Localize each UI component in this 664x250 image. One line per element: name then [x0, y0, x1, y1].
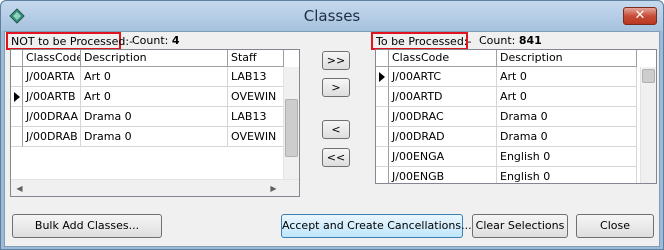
cell-staff: OVEWIN	[228, 127, 284, 147]
to-be-processed-count: Count: 841	[479, 34, 542, 47]
grid-header: ClassCode Description	[376, 50, 637, 67]
row-indicator	[376, 107, 389, 127]
cell-classcode: J/00ENGA	[389, 147, 497, 167]
cell-description: English 0	[497, 167, 637, 183]
horizontal-scrollbar[interactable]: ◀ ▶	[11, 179, 299, 196]
cell-description: English 0	[497, 147, 637, 167]
scroll-right-icon[interactable]: ▶	[265, 180, 282, 197]
scrollbar-thumb[interactable]	[285, 99, 298, 157]
client-area: NOT to be Processed:- Count: 4 ClassCode…	[4, 31, 660, 247]
cell-description: Art 0	[81, 87, 228, 107]
classes-window: Classes ✕ NOT to be Processed:- Count: 4…	[0, 0, 664, 250]
row-indicator	[376, 87, 389, 107]
row-indicator	[376, 147, 389, 167]
move-left-button[interactable]: <	[322, 120, 350, 139]
cell-classcode: J/00ARTB	[23, 87, 81, 107]
move-right-button[interactable]: >	[322, 78, 350, 97]
table-row[interactable]: J/00ENGA English 0	[376, 147, 637, 167]
cell-staff: LAB13	[228, 107, 284, 127]
table-row[interactable]: J/00DRAD Drama 0	[376, 127, 637, 147]
close-button[interactable]: Close	[576, 214, 654, 238]
cell-staff: OVEWIN	[228, 87, 284, 107]
cell-description: Drama 0	[81, 107, 228, 127]
cell-staff: LAB13	[228, 67, 284, 87]
row-indicator	[11, 87, 23, 107]
row-indicator-header	[11, 50, 23, 67]
row-pointer-icon	[14, 92, 20, 102]
table-row[interactable]: J/00DRAA Drama 0 LAB13	[11, 107, 284, 127]
count-label: Count:	[132, 34, 169, 47]
bulk-add-classes-button[interactable]: Bulk Add Classes...	[12, 214, 162, 238]
cell-description: Drama 0	[497, 127, 637, 147]
count-value: 4	[171, 34, 180, 47]
table-row[interactable]: J/00ARTC Art 0	[376, 67, 637, 87]
title-bar[interactable]: Classes ✕	[1, 1, 663, 31]
row-indicator	[11, 67, 23, 87]
table-row[interactable]: J/00ARTA Art 0 LAB13	[11, 67, 284, 87]
row-indicator	[11, 107, 23, 127]
cell-classcode: J/00ARTA	[23, 67, 81, 87]
close-window-button[interactable]: ✕	[623, 7, 657, 25]
column-header-description[interactable]: Description	[81, 50, 228, 67]
cell-description: Drama 0	[81, 127, 228, 147]
to-be-processed-label: To be Processed:-	[371, 32, 471, 50]
row-pointer-icon	[379, 72, 385, 82]
vertical-scrollbar[interactable]	[640, 67, 656, 183]
scroll-left-icon[interactable]: ◀	[11, 180, 28, 197]
cell-classcode: J/00DRAB	[23, 127, 81, 147]
cell-classcode: J/00ARTC	[389, 67, 497, 87]
close-icon: ✕	[634, 8, 646, 23]
column-header-description[interactable]: Description	[497, 50, 637, 67]
cell-description: Art 0	[497, 87, 637, 107]
table-row[interactable]: J/00DRAB Drama 0 OVEWIN	[11, 127, 284, 147]
to-be-processed-grid[interactable]: ClassCode Description J/00ARTC Art 0 J/0…	[375, 49, 657, 184]
table-row[interactable]: J/00ARTD Art 0	[376, 87, 637, 107]
clear-selections-button[interactable]: Clear Selections	[472, 214, 568, 238]
cell-classcode: J/00DRAA	[23, 107, 81, 127]
accept-create-cancellations-button[interactable]: Accept and Create Cancellations...	[281, 214, 472, 238]
not-processed-label: NOT to be Processed:-	[6, 32, 133, 50]
table-row[interactable]: J/00DRAC Drama 0	[376, 107, 637, 127]
column-header-classcode[interactable]: ClassCode	[389, 50, 497, 67]
table-row[interactable]: J/00ARTB Art 0 OVEWIN	[11, 87, 284, 107]
row-indicator	[376, 127, 389, 147]
move-all-right-button[interactable]: >>	[322, 51, 350, 70]
not-processed-grid[interactable]: ClassCode Description Staff J/00ARTA Art…	[10, 49, 300, 197]
cell-classcode: J/00DRAD	[389, 127, 497, 147]
grid-header: ClassCode Description Staff	[11, 50, 284, 67]
row-indicator-header	[376, 50, 389, 67]
cell-description: Drama 0	[497, 107, 637, 127]
count-value: 841	[518, 34, 542, 47]
row-indicator	[376, 167, 389, 183]
cell-classcode: J/00DRAC	[389, 107, 497, 127]
cell-description: Art 0	[497, 67, 637, 87]
window-title: Classes	[303, 7, 361, 25]
vertical-scrollbar[interactable]	[283, 67, 299, 179]
column-header-staff[interactable]: Staff	[228, 50, 284, 67]
column-header-classcode[interactable]: ClassCode	[23, 50, 81, 67]
move-all-left-button[interactable]: <<	[322, 148, 350, 167]
row-indicator	[11, 127, 23, 147]
count-label: Count:	[479, 34, 516, 47]
cell-classcode: J/00ARTD	[389, 87, 497, 107]
scrollbar-thumb[interactable]	[642, 69, 655, 83]
cell-classcode: J/00ENGB	[389, 167, 497, 183]
table-row[interactable]: J/00ENGB English 0	[376, 167, 637, 183]
cell-description: Art 0	[81, 67, 228, 87]
row-indicator	[376, 67, 389, 87]
not-processed-count: Count: 4	[132, 34, 180, 47]
